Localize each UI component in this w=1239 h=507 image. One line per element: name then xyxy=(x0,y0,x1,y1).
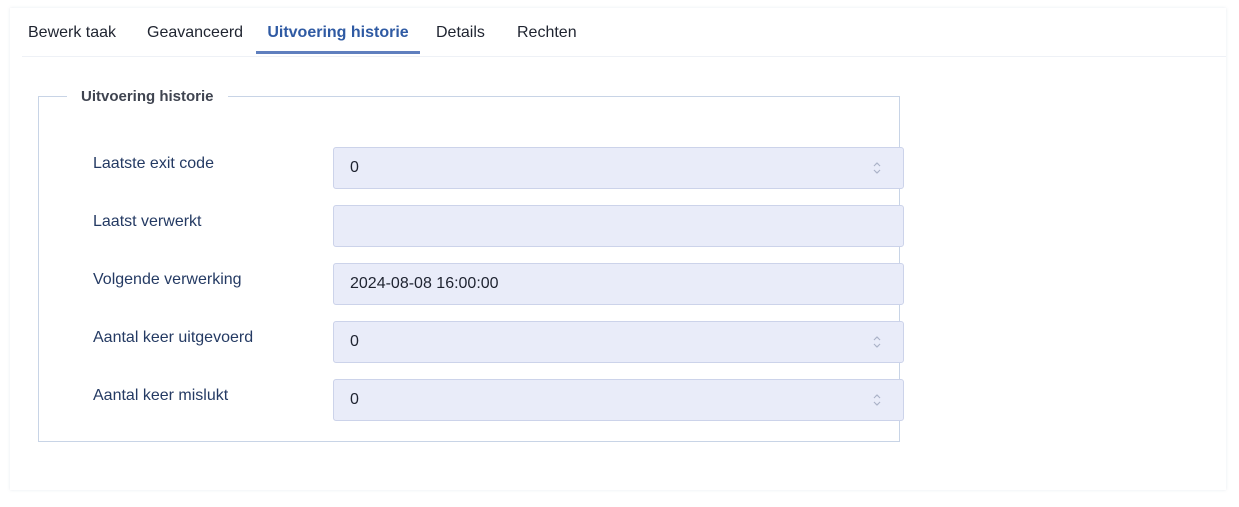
times-failed-value: 0 xyxy=(350,391,359,408)
times-executed-value: 0 xyxy=(350,333,359,350)
next-processing-value: 2024-08-08 16:00:00 xyxy=(350,275,499,292)
times-executed-label: Aantal keer uitgevoerd xyxy=(93,329,254,346)
fieldset-legend: Uitvoering historie xyxy=(81,88,214,105)
tab-details[interactable]: Details xyxy=(436,20,485,54)
times-failed-label: Aantal keer mislukt xyxy=(93,387,229,404)
task-panel: Bewerk taak Geavanceerd Uitvoering histo… xyxy=(10,8,1226,490)
next-processing-label: Volgende verwerking xyxy=(93,271,242,288)
tab-uitvoering-historie[interactable]: Uitvoering historie xyxy=(256,20,420,54)
tab-bewerk-taak[interactable]: Bewerk taak xyxy=(28,20,116,54)
last-exit-code-value: 0 xyxy=(350,159,359,176)
spinner-arrows-icon[interactable] xyxy=(873,335,881,349)
spinner-arrows-icon[interactable] xyxy=(873,393,881,407)
last-exit-code-input[interactable]: 0 xyxy=(333,147,904,189)
next-processing-input[interactable]: 2024-08-08 16:00:00 xyxy=(333,263,904,305)
tab-rechten[interactable]: Rechten xyxy=(517,20,577,54)
last-processed-input[interactable] xyxy=(333,205,904,247)
spinner-arrows-icon[interactable] xyxy=(873,161,881,175)
execution-history-fieldset: Uitvoering historie Laatste exit code 0 … xyxy=(38,88,904,442)
last-exit-code-label: Laatste exit code xyxy=(93,155,214,172)
tab-geavanceerd[interactable]: Geavanceerd xyxy=(147,20,243,54)
last-processed-label: Laatst verwerkt xyxy=(93,213,202,230)
tab-bar: Bewerk taak Geavanceerd Uitvoering histo… xyxy=(22,20,1226,57)
times-executed-input[interactable]: 0 xyxy=(333,321,904,363)
times-failed-input[interactable]: 0 xyxy=(333,379,904,421)
